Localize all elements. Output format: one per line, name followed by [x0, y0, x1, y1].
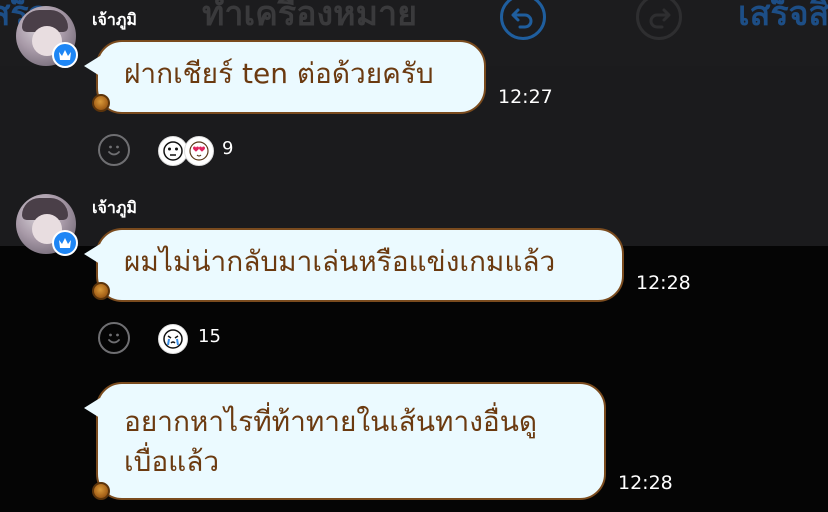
avatar[interactable]: [16, 194, 78, 256]
undo-icon: [511, 8, 533, 29]
crown-badge: [52, 230, 78, 256]
redo-button[interactable]: [636, 0, 682, 40]
message-text-line-2: เบื่อแล้ว: [124, 445, 220, 478]
reaction-count: 15: [198, 326, 221, 347]
avatar[interactable]: [16, 6, 78, 68]
message-text-line-1: อยากหาไรที่ท้าทายในเส้นทางอื่นดู: [124, 405, 538, 438]
reaction-row: 9: [98, 134, 258, 170]
crown-icon: [59, 238, 71, 248]
crown-badge: [52, 42, 78, 68]
undo-button[interactable]: [500, 0, 546, 40]
redo-icon: [649, 8, 671, 29]
heart-eyes-sticker-icon[interactable]: [184, 136, 214, 166]
add-reaction-button[interactable]: [98, 322, 130, 354]
add-reaction-button[interactable]: [98, 134, 130, 166]
reaction-count: 9: [222, 138, 234, 159]
acorn-icon: [92, 282, 110, 300]
crown-icon: [59, 50, 71, 60]
message-bubble[interactable]: ฝากเชียร์ ten ต่อด้วยครับ: [84, 40, 486, 114]
message-time: 12:28: [618, 472, 673, 494]
smiley-icon: [108, 145, 120, 156]
acorn-icon: [92, 482, 110, 500]
message-time: 12:27: [498, 86, 553, 108]
message-text: ฝากเชียร์ ten ต่อด้วยครับ: [124, 57, 434, 90]
toolbar-done-button[interactable]: เสร็จสิ้น: [738, 0, 828, 40]
toolbar-title: ทำเครื่องหมาย: [202, 0, 417, 34]
reaction-row: 15: [98, 322, 238, 358]
acorn-icon: [92, 94, 110, 112]
crying-face-sticker-icon[interactable]: [158, 324, 188, 354]
message-time: 12:28: [636, 272, 691, 294]
message-bubble[interactable]: อยากหาไรที่ท้าทายในเส้นทางอื่นดู เบื่อแล…: [84, 382, 606, 500]
sender-name: เจ้าภูมิ: [92, 198, 137, 217]
message-bubble[interactable]: ผมไม่น่ากลับมาเล่นหรือแข่งเกมแล้ว: [84, 228, 624, 302]
message-text: ผมไม่น่ากลับมาเล่นหรือแข่งเกมแล้ว: [124, 245, 556, 278]
smiley-icon: [108, 333, 120, 344]
sender-name: เจ้าภูมิ: [92, 10, 137, 29]
